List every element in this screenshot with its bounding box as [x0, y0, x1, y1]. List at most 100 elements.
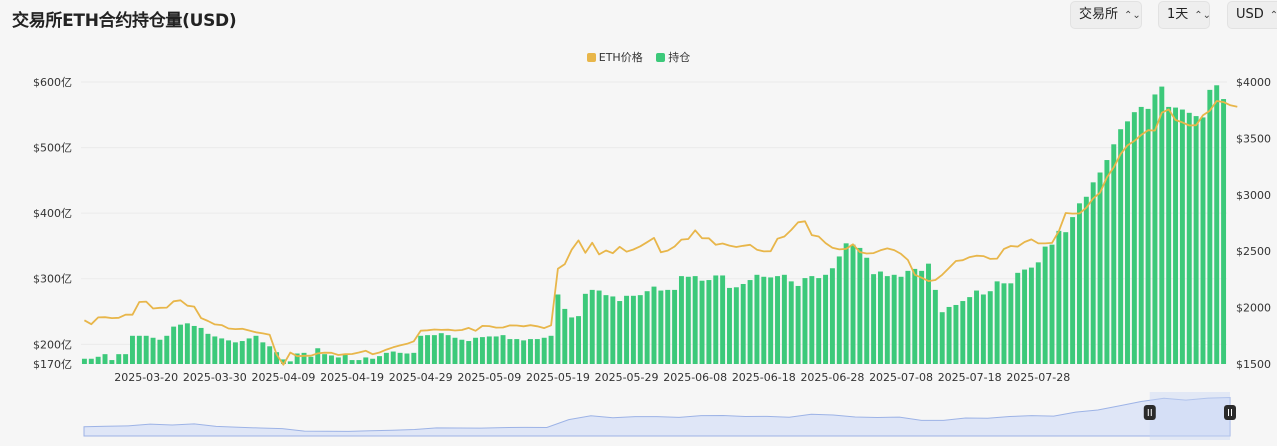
oi-bar [877, 271, 883, 364]
oi-bar [884, 276, 890, 364]
oi-bar [871, 274, 877, 364]
oi-bar [1090, 182, 1096, 364]
oi-bar [322, 354, 328, 364]
oi-bar [1028, 267, 1034, 364]
oi-bar [706, 280, 712, 364]
navigator-area [83, 396, 1231, 437]
oi-bar [459, 339, 465, 364]
oi-bar [383, 352, 389, 364]
oi-bar [418, 335, 424, 364]
x-tick-label: 2025-04-29 [389, 371, 453, 384]
chart: coinglass $600亿$500亿$400亿$300亿$200亿$170亿… [33, 76, 1271, 440]
y-left-tick-label: $500亿 [33, 142, 72, 155]
oi-bar [685, 276, 691, 364]
oi-bar [1056, 230, 1062, 364]
oi-bar [1221, 99, 1227, 365]
oi-bar [1193, 116, 1199, 364]
oi-bar [164, 335, 170, 364]
oi-bar [143, 335, 149, 364]
oi-bar [1070, 217, 1076, 364]
oi-bar [109, 360, 115, 364]
oi-bar [1179, 109, 1185, 364]
oi-bar [1200, 117, 1206, 364]
oi-bar [178, 324, 183, 364]
oi-bar [329, 355, 334, 364]
navigator-handle[interactable] [1143, 405, 1156, 420]
oi-bar [1186, 112, 1192, 364]
oi-bar [500, 335, 506, 364]
oi-bar [905, 270, 911, 364]
oi-bar [363, 357, 369, 364]
oi-bar [1049, 244, 1055, 364]
oi-bar [521, 340, 527, 364]
x-tick-label: 2025-05-19 [526, 371, 590, 384]
oi-bar [308, 356, 314, 364]
x-tick-label: 2025-05-09 [457, 371, 521, 384]
oi-bar [740, 283, 746, 364]
oi-bar [342, 354, 348, 364]
oi-bar [116, 354, 122, 364]
oi-bar [754, 274, 760, 364]
oi-bar [191, 325, 197, 364]
oi-bar [953, 304, 959, 364]
navigator[interactable] [83, 392, 1236, 440]
oi-bar [864, 257, 870, 364]
oi-bar [445, 335, 451, 364]
oi-bar [1166, 106, 1172, 364]
oi-bar [157, 339, 163, 364]
oi-bar [1035, 262, 1041, 364]
oi-bar [493, 336, 499, 364]
oi-bar [479, 337, 485, 364]
oi-bar [370, 358, 376, 364]
oi-bar [665, 289, 671, 364]
oi-bar [184, 323, 190, 364]
oi-bar [129, 335, 135, 364]
oi-bar [102, 354, 108, 364]
oi-bar [1104, 160, 1110, 364]
oi-bar [617, 301, 623, 364]
oi-bar [994, 281, 1000, 364]
oi-bar [452, 337, 458, 364]
oi-bar [1083, 196, 1089, 364]
oi-bar [795, 285, 801, 364]
oi-bar [781, 274, 787, 364]
oi-bar [425, 335, 431, 364]
x-tick-label: 2025-05-29 [595, 371, 659, 384]
oi-bar [548, 335, 554, 364]
x-tick-label: 2025-03-30 [183, 371, 247, 384]
oi-bar [466, 341, 472, 364]
oi-bar [843, 243, 849, 364]
oi-bar [809, 276, 815, 364]
y-left-tick-label: $200亿 [33, 338, 72, 351]
oi-bar [1131, 112, 1137, 364]
oi-bar [582, 293, 588, 364]
oi-bar [507, 339, 513, 364]
oi-bar [775, 276, 780, 364]
oi-bar [788, 281, 794, 364]
oi-bar [123, 354, 129, 364]
oi-bar [692, 276, 698, 364]
oi-bar [974, 290, 979, 364]
oi-bar [287, 361, 293, 364]
oi-bar [658, 290, 664, 364]
oi-bar [1063, 232, 1069, 364]
oi-bar [1008, 283, 1014, 364]
oi-bar [1125, 121, 1130, 364]
oi-bar [404, 353, 410, 364]
oi-bar [644, 291, 650, 364]
oi-bar [349, 360, 355, 364]
oi-bar [431, 335, 437, 364]
navigator-handle[interactable] [1224, 405, 1236, 420]
x-tick-label: 2025-04-09 [251, 371, 315, 384]
oi-bar [555, 294, 561, 364]
oi-bar [150, 337, 156, 364]
oi-bar [637, 295, 643, 364]
oi-bar [411, 352, 417, 364]
oi-bar [713, 275, 719, 364]
oi-bar [980, 294, 986, 364]
oi-bar [226, 340, 232, 364]
oi-bar [898, 276, 904, 364]
oi-bar [1207, 89, 1213, 365]
oi-bar [212, 336, 218, 364]
oi-bar [1111, 144, 1117, 364]
